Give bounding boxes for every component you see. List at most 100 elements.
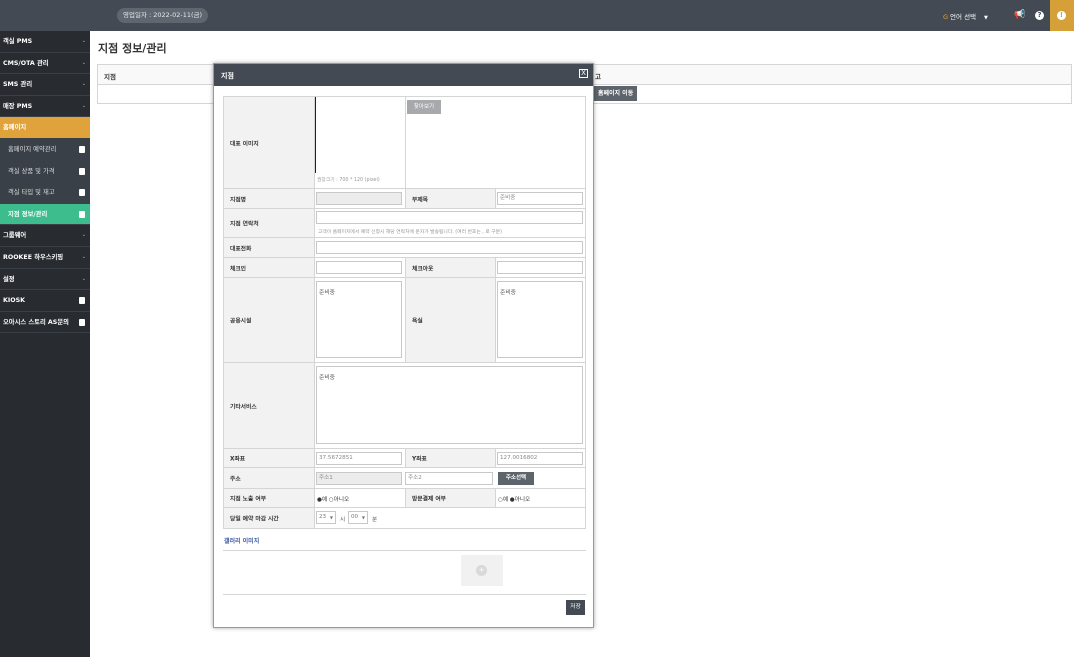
sidebar-item-label: 객실 상품 및 가격 [8,167,55,175]
question-icon[interactable]: ? [1035,11,1044,20]
image-size-hint: 권장크기 : 700 * 120 (pixel) [317,178,380,183]
close-icon[interactable]: X [579,69,588,78]
sidebar-item-label: 설정 [3,275,15,283]
y-coordinate-label: Y좌표 [412,456,427,463]
table-header-branch: 지점 [104,73,116,81]
row-address: 주소 주소1 주소2 주소선택 [224,468,585,489]
contact-hint: 고객이 홈페이지에서 예약 신청시 해당 연락처에 문자가 발송됩니다. (여러… [318,230,502,235]
sidebar-item-room-pms[interactable]: 객실 PMS ⌄ [0,31,90,53]
chevron-down-icon: ⌄ [81,102,86,109]
label-cell: 체크아웃 [405,258,496,277]
sidebar-subitem-room-types[interactable]: 객실 타입 및 재고 [0,182,90,204]
other-services-label: 기타서비스 [230,404,257,410]
sidebar-item-groupware[interactable]: 그룹웨어 ⌄ [0,225,90,247]
document-icon [79,318,85,326]
label-cell: 공용시설 [224,278,315,362]
y-coordinate-input[interactable]: 127.0016802 [497,452,583,465]
exposure-radio-group[interactable]: ●예 ○아니오 [317,495,349,503]
sidebar-item-label: 매장 PMS [3,102,33,110]
deadline-minute-value: 00 [351,514,359,520]
document-icon [79,210,85,218]
warning-icon: ! [1057,11,1066,20]
branch-name-input[interactable] [316,192,402,205]
sidebar-item-cms-ota[interactable]: CMS/OTA 관리 ⌄ [0,53,90,75]
row-coordinates: X좌표 37.5672851 Y좌표 127.0016802 [224,449,585,468]
warning-button[interactable]: ! [1050,0,1074,31]
language-select-label: 언어 선택 [950,13,977,21]
bath-label: 욕실 [412,318,423,325]
checkin-input[interactable] [316,261,402,274]
checkout-input[interactable] [497,261,583,274]
x-coordinate-label: X좌표 [230,456,246,463]
label-cell: 주소 [224,468,315,488]
deadline-hour-select[interactable]: 23 ▼ [316,511,336,524]
phone-input[interactable] [316,241,583,254]
modal-header: 지점 X [214,64,593,86]
sidebar-item-label: KIOSK [3,297,25,305]
subtitle-input[interactable]: 준비중 [497,192,583,205]
label-cell: 지점명 [224,189,315,208]
sidebar-item-sms[interactable]: SMS 관리 ⌄ [0,74,90,96]
homepage-move-button[interactable]: 홈페이지 이동 [594,86,638,101]
sidebar-item-label: 그룹웨어 [3,232,27,240]
row-checkin: 체크인 체크아웃 [224,258,585,278]
megaphone-icon[interactable]: 📢 [1014,9,1026,21]
label-cell: 대표 이미지 [224,97,315,188]
minute-unit: 분 [372,517,378,523]
sidebar-item-label: ROOKEE 하우스키핑 [3,253,64,261]
document-icon [79,189,85,197]
facilities-textarea[interactable]: 준비중 [316,281,402,358]
checkout-label: 체크아웃 [412,266,434,272]
label-cell: 지점 노출 여부 [224,489,315,507]
top-bar: 영업일자 : 2022-02-11(금) G 언어 선택 ▼ 📢 ? ! [0,0,1074,31]
label-cell: 체크인 [224,258,315,277]
label-cell: X좌표 [224,449,315,467]
x-coordinate-input[interactable]: 37.5672851 [316,452,402,465]
sidebar-item-as-inquiry[interactable]: 오아시스 스토리 AS문의 [0,312,90,334]
address1-input[interactable]: 주소1 [316,472,402,485]
phone-label: 대표전화 [230,246,252,252]
table-header-note: 고 [595,73,601,81]
sidebar-subitem-room-products[interactable]: 객실 상품 및 가격 [0,160,90,183]
sidebar-item-label: 홈페이지 [3,124,27,132]
row-facilities: 공용시설 준비중 욕실 준비중 [224,278,585,363]
onsite-payment-radio-group[interactable]: ○예 ●아니오 [498,495,530,503]
sidebar-item-store-pms[interactable]: 매장 PMS ⌄ [0,96,90,118]
chevron-down-icon: ⌄ [81,232,86,239]
sidebar-item-label: 객실 타입 및 재고 [8,189,55,197]
sidebar-item-homepage[interactable]: 홈페이지 [0,117,90,139]
save-button[interactable]: 저장 [566,600,585,615]
row-branch-name: 지점명 부제목 준비중 [224,189,585,209]
contact-input[interactable] [316,211,583,224]
document-icon [79,145,85,153]
modal-title: 지점 [221,72,234,80]
gallery-add-button[interactable]: + [461,555,503,586]
other-services-textarea[interactable]: 준비중 [316,366,583,444]
address-search-button[interactable]: 주소선택 [498,472,534,485]
sidebar-item-label: 객실 PMS [3,38,33,45]
address2-input[interactable]: 주소2 [405,472,493,485]
sidebar-subitem-reservations[interactable]: 홈페이지 예약관리 [0,138,90,161]
sidebar-item-label: 지점 정보/관리 [8,210,48,218]
sidebar-item-settings[interactable]: 설정 ⌄ [0,269,90,291]
label-cell: 기타서비스 [224,363,315,448]
main-image-label: 대표 이미지 [230,141,259,147]
onsite-payment-label: 방문결제 여부 [412,496,447,503]
hour-unit: 시 [340,517,346,523]
sidebar-item-kiosk[interactable]: KIOSK [0,290,90,312]
branch-modal: 지점 X 대표 이미지 찾아보기 권장크기 : 700 * 120 (pixel… [213,63,594,628]
language-select[interactable]: G 언어 선택 ▼ [943,11,988,21]
chevron-down-icon: ▼ [361,515,365,520]
sidebar-item-housekeeping[interactable]: ROOKEE 하우스키핑 ⌄ [0,247,90,269]
document-icon [79,167,85,175]
sidebar-subitem-branch-info[interactable]: 지점 정보/관리 [0,203,90,226]
sidebar-item-label: 홈페이지 예약관리 [8,145,57,153]
label-cell: Y좌표 [405,449,496,467]
sidebar: 객실 PMS ⌄ CMS/OTA 관리 ⌄ SMS 관리 ⌄ 매장 PMS ⌄ 홈페이지… [0,31,90,657]
deadline-minute-select[interactable]: 00 ▼ [348,511,368,524]
row-other-services: 기타서비스 준비중 [224,363,585,449]
branch-name-label: 지점명 [230,197,246,203]
row-phone: 대표전화 [224,238,585,258]
browse-button[interactable]: 찾아보기 [407,100,441,114]
bath-textarea[interactable]: 준비중 [497,281,583,358]
